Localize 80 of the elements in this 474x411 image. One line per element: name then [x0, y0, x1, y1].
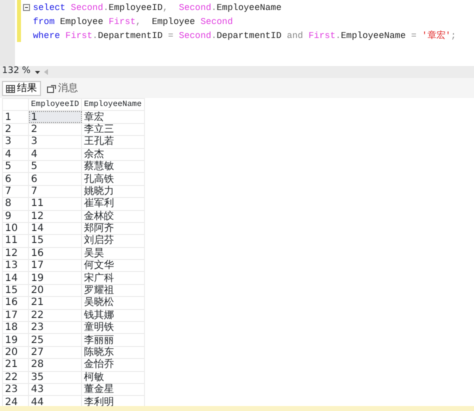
- table-cell: 宋广科: [82, 272, 144, 284]
- table-cell: 4: [28, 148, 82, 160]
- table-cell: 罗耀祖: [82, 284, 144, 297]
- table-cell: 蔡慧敏: [82, 160, 144, 173]
- code-line: from Employee First, Employee Second: [33, 16, 234, 29]
- table-cell: 吴昊: [82, 247, 144, 260]
- column-header[interactable]: EmployeeName: [82, 98, 144, 111]
- row-number: 22: [2, 371, 28, 384]
- grid-icon: [6, 84, 15, 92]
- table-cell: 17: [28, 260, 82, 272]
- row-number: 20: [2, 346, 28, 359]
- messages-tab[interactable]: 消息: [43, 81, 82, 96]
- row-number: 19: [2, 334, 28, 346]
- table-cell: 15: [28, 234, 82, 248]
- table-cell: 吴晓松: [82, 296, 144, 310]
- table-cell: 李丽丽: [82, 334, 144, 346]
- row-number: 12: [2, 247, 28, 260]
- table-cell: 王孔若: [82, 136, 144, 148]
- collapse-icon[interactable]: [23, 4, 30, 11]
- table-cell: 钱其娜: [82, 309, 144, 322]
- table-cell: 27: [28, 346, 82, 359]
- table-cell: 金怡乔: [82, 358, 144, 372]
- table-cell: 25: [28, 334, 82, 346]
- table-cell: 28: [28, 358, 82, 372]
- table-cell: 23: [28, 322, 82, 334]
- table-cell: 11: [28, 198, 82, 210]
- table-cell: 20: [28, 284, 82, 297]
- row-number: 21: [2, 358, 28, 372]
- row-number: 16: [2, 296, 28, 310]
- table-cell: 6: [28, 172, 82, 186]
- table-cell: 7: [28, 185, 82, 198]
- row-number: 23: [2, 383, 28, 396]
- table-cell: 郑阿齐: [82, 222, 144, 235]
- change-bar: [17, 0, 21, 42]
- table-cell: 43: [28, 383, 82, 396]
- row-number: 18: [2, 322, 28, 334]
- row-number: 8: [2, 198, 28, 210]
- code-line: select Second.EmployeeID, Second.EmployeeName: [33, 2, 282, 15]
- table-cell: 章宏: [82, 110, 144, 124]
- table-cell: 崔军利: [82, 198, 144, 210]
- row-number: 5: [2, 160, 28, 173]
- table-cell: 刘启芬: [82, 234, 144, 248]
- table-cell: 22: [28, 309, 82, 322]
- row-number: 13: [2, 260, 28, 272]
- table-cell: 5: [28, 160, 82, 173]
- table-cell: 2: [28, 123, 82, 136]
- table-cell: 陈晓东: [82, 346, 144, 359]
- table-cell: 李立三: [82, 123, 144, 136]
- row-number: 14: [2, 272, 28, 284]
- table-cell: 35: [28, 371, 82, 384]
- table-cell: 余杰: [82, 148, 144, 160]
- row-number: 15: [2, 284, 28, 297]
- row-number: 10: [2, 222, 28, 235]
- row-number: 7: [2, 185, 28, 198]
- table-cell: 21: [28, 296, 82, 310]
- table-cell: 董金星: [82, 383, 144, 396]
- table-cell: 柯敏: [82, 371, 144, 384]
- row-number: 17: [2, 309, 28, 322]
- row-number: 2: [2, 123, 28, 136]
- table-cell: 1: [28, 110, 82, 124]
- row-number: 9: [2, 210, 28, 222]
- table-cell: 姚晓力: [82, 185, 144, 198]
- table-cell: 19: [28, 272, 82, 284]
- table-cell: 12: [28, 210, 82, 222]
- row-number: 11: [2, 234, 28, 248]
- table-cell: 16: [28, 247, 82, 260]
- caret-icon[interactable]: [34, 70, 40, 74]
- row-number: 4: [2, 148, 28, 160]
- zoom-level[interactable]: 132 %: [2, 65, 31, 79]
- row-number: 3: [2, 136, 28, 148]
- code-line: where First.DepartmentID = Second.DepartmentID and First.EmployeeName = '章宏';: [33, 30, 456, 43]
- table-cell: 3: [28, 136, 82, 148]
- table-cell: 童明铁: [82, 322, 144, 334]
- results-tab[interactable]: 结果: [2, 81, 41, 96]
- table-cell: 金林皎: [82, 210, 144, 222]
- table-cell: 14: [28, 222, 82, 235]
- table-cell: 孔高铁: [82, 172, 144, 186]
- row-number: 6: [2, 172, 28, 186]
- table-cell: 何文华: [82, 260, 144, 272]
- message-icon: [47, 84, 56, 92]
